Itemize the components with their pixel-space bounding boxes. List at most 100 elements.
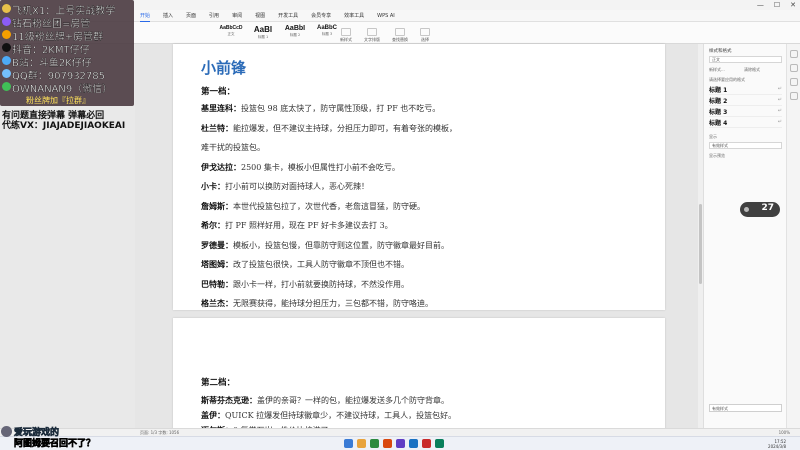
style-preview: AaBbCcD [219, 25, 243, 31]
tab-8[interactable]: 效率工具 [344, 11, 364, 22]
taskbar-app-icon[interactable] [422, 439, 431, 448]
taskbar-app-icon[interactable] [344, 439, 353, 448]
taskbar-app-icon[interactable] [370, 439, 379, 448]
overlay-line: OWNANAN9（微信） [12, 84, 113, 95]
toolbar-actions: 新样式 文字排版 查找替换 选择 [340, 28, 430, 43]
toolbar-item-icon [420, 28, 430, 36]
tab-5[interactable]: 视图 [255, 11, 265, 22]
player-entry[interactable]: 格兰杰：无限赛获得，能持球分担压力，三包都不错，防守咯迪。 [201, 298, 433, 309]
taskbar-app-icon[interactable] [409, 439, 418, 448]
tab-9[interactable]: WPS AI [377, 11, 395, 22]
style-option[interactable]: AaBbI 标题 2 [282, 25, 308, 40]
player-note: 打小前可以换防对面持球人，恶心死辣！ [225, 182, 369, 191]
tab-2[interactable]: 页面 [186, 11, 196, 22]
player-name: 杜兰特： [201, 123, 233, 133]
overlay-line-icon [2, 4, 11, 13]
os-taskbar: 17:52 2024/3/8 [0, 436, 800, 450]
paragraph-mark-icon: ↵ [777, 86, 782, 92]
heading-style-label: 标题 2 [709, 97, 728, 105]
maximize-icon[interactable]: ☐ [774, 0, 780, 10]
chat-message: 阿图姆要召回不了？ [14, 439, 96, 450]
player-entry[interactable]: 詹姆斯：本世代投篮包拉了，次世代香，老詹這冒猛，防守硬。 [201, 201, 425, 212]
player-name: 伊戈达拉： [201, 162, 241, 172]
player-name: 詹姆斯： [201, 201, 233, 211]
nav-tool-icon[interactable] [790, 92, 798, 100]
avatar [1, 426, 12, 437]
style-option[interactable]: AaBbCcD 正文 [218, 25, 244, 40]
player-note: 模板小，投篮包慢，但靠防守则这位置，防守徽章最好目前。 [233, 240, 449, 250]
player-entry[interactable]: 塔图姆：改了投篮包很快，工具人防守徽章不顶但也不错。 [201, 259, 409, 270]
player-entry[interactable]: 伊戈达拉：2500 集卡，模板小但属性打小前不会吃亏。 [201, 162, 400, 173]
overlay-line-icon [2, 82, 11, 91]
current-style-select[interactable]: 正文 [709, 56, 782, 63]
player-name: 小卡： [201, 182, 225, 191]
heading-style-item[interactable]: 标题 3 ↵ [709, 106, 782, 117]
toolbar-item[interactable]: 查找替换 [392, 28, 408, 43]
document-page[interactable]: 小前锋 第一档： 基里连科：投篮包 98 底太快了，防守属性顶级，打 PF 也不… [173, 44, 665, 310]
toolbar-item[interactable]: 新样式 [340, 28, 352, 43]
tab-4[interactable]: 审阅 [232, 11, 242, 22]
player-note: 能拉爆发，但不建议主持球，分担压力即可，有着夸张的模板， [233, 123, 457, 133]
paragraph-mark-icon: ↵ [777, 108, 782, 114]
show-select[interactable]: 有效样式 [709, 142, 782, 149]
player-entry[interactable]: 希尔：打 PF 照样好用，现在 PF 好卡多建议去打 3。 [201, 220, 393, 231]
app-window: — ☐ ✕ 开始 插入 页面 引用 审阅 视图 开发工具 会员专享 效率工具 WPS AI AaB… [0, 0, 800, 450]
show-preview-checkbox[interactable]: 显示预览 [709, 153, 725, 159]
taskbar-app-icon[interactable] [357, 439, 366, 448]
player-entry[interactable]: 难干扰的投篮包。 [201, 142, 265, 153]
select-tool-icon[interactable] [790, 64, 798, 72]
tab-1[interactable]: 插入 [163, 11, 173, 22]
player-entry[interactable]: 盖伊：QUICK 拉爆发但持球徽章少，不建议持球，工具人，投篮包好。 [201, 410, 456, 421]
style-tool-icon[interactable] [790, 50, 798, 58]
bottom-style-button[interactable]: 有效样式 [709, 404, 782, 412]
section-heading-tier2: 第二档： [201, 378, 236, 388]
player-name: 巴特勒： [201, 279, 233, 289]
toolbar-item-label: 文字排版 [364, 37, 380, 42]
style-name: 标题 3 [321, 32, 333, 36]
document-title: 小前锋 [201, 59, 247, 77]
toolbar-item[interactable]: 文字排版 [364, 28, 380, 43]
toolbar-item[interactable]: 选择 [420, 28, 430, 43]
floating-badge[interactable]: 27 [740, 202, 780, 217]
player-note: 投篮包 98 底太快了，防守属性顶级，打 PF 也不吃亏。 [241, 104, 441, 113]
status-bar: 页面: 1/3 字数: 1056 100% [0, 428, 800, 436]
player-entry[interactable]: 杜兰特：能拉爆发，但不建议主持球，分担压力即可，有着夸张的模板， [201, 123, 457, 134]
taskbar-app-icon[interactable] [383, 439, 392, 448]
tab-6[interactable]: 开发工具 [278, 11, 298, 22]
taskbar-app-icon[interactable] [435, 439, 444, 448]
minimize-icon[interactable]: — [757, 0, 764, 10]
document-page[interactable]: 第二档： 斯蒂芬杰克逊：盖伊的亲哥？一样的包，能拉爆发送多几个防守背章。 盖伊：Q… [173, 318, 665, 450]
style-option[interactable]: AaBbC 标题 3 [314, 25, 340, 40]
player-note: 难干扰的投篮包。 [201, 143, 265, 152]
style-option[interactable]: AaBl 标题 1 [250, 25, 276, 40]
overlay-line-icon [2, 43, 11, 52]
style-preview: AaBbC [316, 25, 337, 31]
heading-style-item[interactable]: 标题 1 ↵ [709, 84, 782, 95]
heading-style-item[interactable]: 标题 2 ↵ [709, 95, 782, 106]
player-entry[interactable]: 巴特勒：跟小卡一样，打小前就要换防持球，不然没作用。 [201, 279, 409, 290]
new-style-link[interactable]: 新样式... [709, 67, 725, 73]
tab-3[interactable]: 引用 [209, 11, 219, 22]
overlay-line-icon [2, 30, 11, 39]
style-name: 标题 1 [257, 35, 269, 39]
clear-format-link[interactable]: 清除格式 [744, 67, 760, 73]
scrollbar-thumb[interactable] [699, 204, 702, 284]
property-tool-icon[interactable] [790, 78, 798, 86]
zoom-level[interactable]: 100% [779, 430, 790, 435]
player-entry[interactable]: 罗德曼：模板小，投篮包慢，但靠防守则这位置，防守徽章最好目前。 [201, 240, 449, 251]
heading-style-item[interactable]: 标题 4 ↵ [709, 117, 782, 128]
player-note: 盖伊的亲哥？一样的包，能拉爆发送多几个防守背章。 [257, 396, 449, 405]
player-entry[interactable]: 斯蒂芬杰克逊：盖伊的亲哥？一样的包，能拉爆发送多几个防守背章。 [201, 395, 449, 406]
player-name: 塔图姆： [201, 260, 233, 269]
heading-style-label: 标题 3 [709, 108, 728, 116]
player-entry[interactable]: 小卡：打小前可以换防对面持球人，恶心死辣！ [201, 181, 369, 192]
player-note: QUICK 拉爆发但持球徽章少，不建议持球，工具人，投篮包好。 [225, 411, 457, 420]
tab-0[interactable]: 开始 [140, 11, 151, 22]
styles-pane: 样式和格式 正文 新样式... 清除格式 请选择要应用的格式 标题 1 ↵ 标题 2… [703, 44, 786, 428]
close-icon[interactable]: ✕ [790, 0, 796, 10]
player-entry[interactable]: 基里连科：投篮包 98 底太快了，防守属性顶级，打 PF 也不吃亏。 [201, 103, 440, 114]
toolbar-item-icon [341, 28, 351, 36]
style-name: 标题 2 [289, 33, 301, 37]
taskbar-app-icon[interactable] [396, 439, 405, 448]
tab-7[interactable]: 会员专享 [311, 11, 331, 22]
